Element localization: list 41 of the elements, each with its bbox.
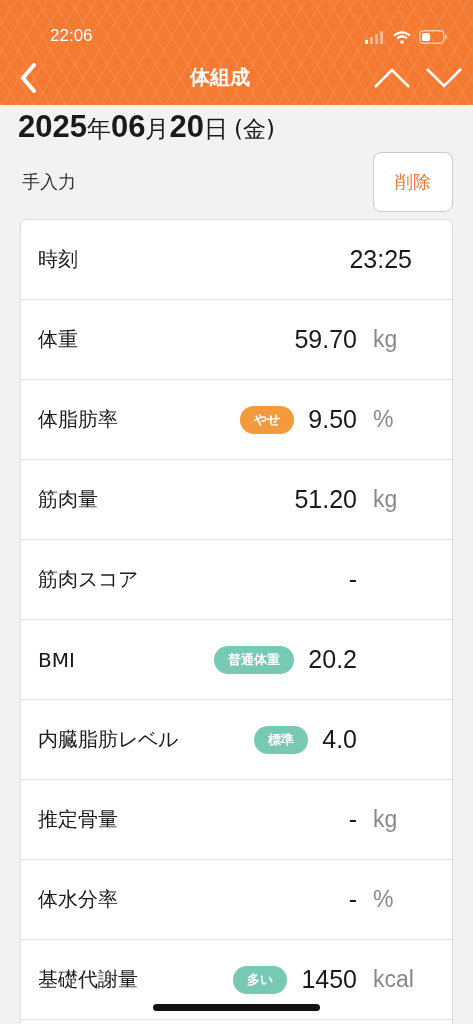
status-time: 22:06 [50,26,94,47]
signal-icon [365,30,385,44]
back-icon[interactable] [20,62,36,93]
row-label: 内臓脂肪レベル [38,726,179,753]
battery-icon [419,30,447,44]
row-label: 筋肉スコア [38,566,139,593]
row-label: BMI [38,647,76,672]
measure-value: - [348,805,357,834]
unit-label: kg [373,806,399,833]
chevron-down-icon[interactable] [425,66,463,89]
wifi-icon [393,30,411,44]
measure-value: 59.70 [294,325,357,354]
status-tag: 多い [233,965,288,994]
row-label: 体脂肪率 [38,406,119,433]
row-label: 基礎代謝量 [38,966,139,993]
unit-label: kcal [373,966,415,993]
status-tag: 標準 [254,725,309,754]
row-label: 体水分率 [38,886,119,913]
measure-value: 9.50 [308,405,357,434]
measure-value: - [348,565,357,594]
measure-value: 20.2 [308,645,357,674]
unit-label: kg [373,486,399,513]
row-label: 時刻 [38,246,79,273]
measure-value: 51.20 [294,485,357,514]
unit-label: % [373,886,395,913]
unit-label: % [373,406,395,433]
unit-label: kg [373,326,399,353]
measure-value: 4.0 [322,725,357,754]
screen-title: 体組成 [188,64,251,91]
chevron-up-icon[interactable] [373,66,411,89]
row-label: 筋肉量 [38,486,99,513]
delete-button[interactable]: 削除 [373,152,453,212]
row-label: 推定骨量 [38,806,119,833]
date-heading: 2025年06月 20日 (金) [17,108,276,146]
measure-value: - [348,885,357,914]
status-tag: やせ [240,405,295,434]
row-label: 体重 [38,326,79,353]
status-tag: 普通体重 [214,645,295,674]
measure-value: 1450 [301,965,357,994]
entry-source: 手入力 [22,170,76,194]
time-value: 23:25 [349,245,412,274]
